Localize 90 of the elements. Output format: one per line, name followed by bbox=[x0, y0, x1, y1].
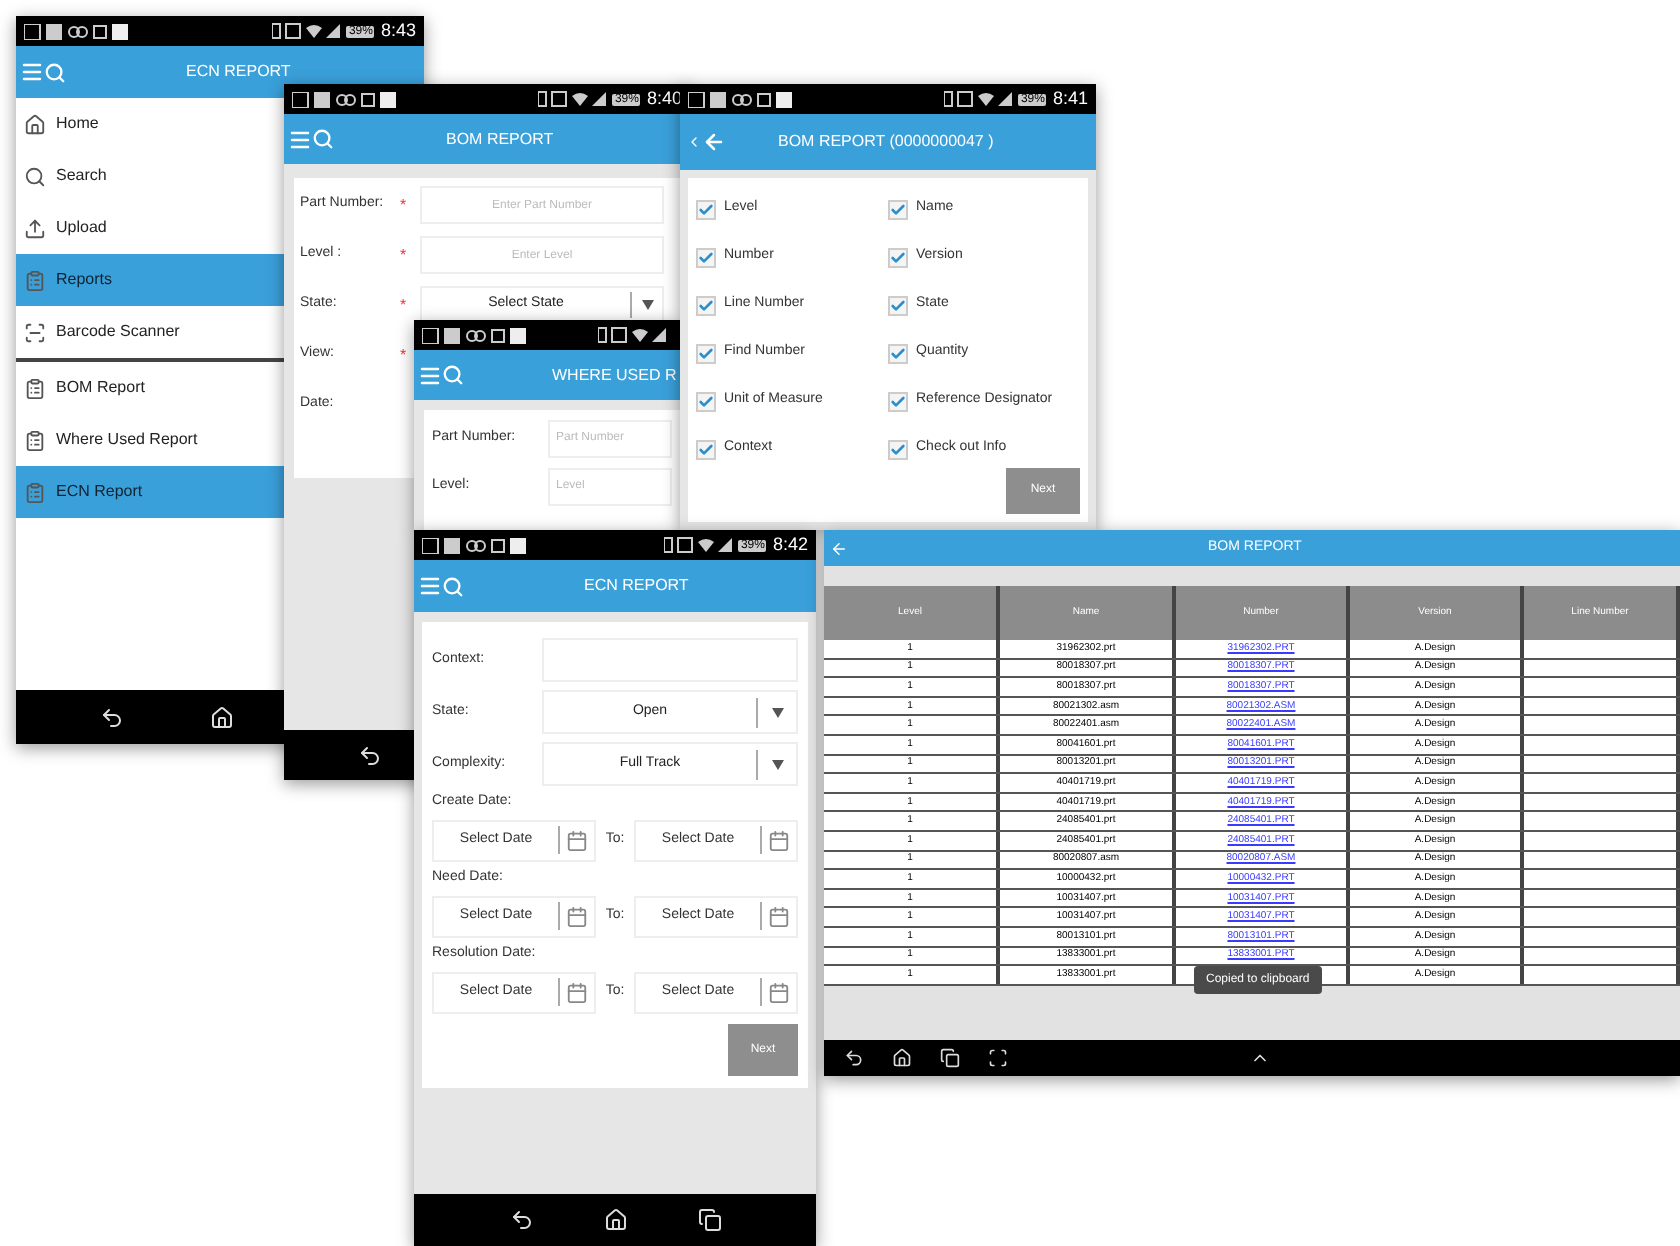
clipboard-icon bbox=[24, 269, 46, 291]
scanner-icon bbox=[24, 321, 46, 343]
clock: 8:41 bbox=[1052, 90, 1088, 108]
required-mark: * bbox=[400, 243, 409, 267]
checkbox[interactable] bbox=[696, 391, 716, 411]
back-icon[interactable] bbox=[358, 743, 382, 767]
required-mark: * bbox=[400, 193, 409, 217]
clock: 8:42 bbox=[772, 536, 808, 554]
check-icon bbox=[698, 343, 714, 363]
upload-icon bbox=[24, 217, 46, 239]
menu-icon[interactable] bbox=[288, 127, 312, 151]
notification-icons-drawing bbox=[24, 23, 128, 39]
check-icon bbox=[698, 199, 714, 219]
required-mark: * bbox=[400, 343, 409, 367]
caret-icon bbox=[641, 300, 653, 310]
header-title: BOM REPORT bbox=[446, 127, 554, 151]
checkbox[interactable] bbox=[696, 343, 716, 363]
checkbox[interactable] bbox=[888, 199, 908, 219]
menu-item[interactable]: Search bbox=[16, 150, 284, 202]
calendar-icon bbox=[566, 829, 588, 851]
check-icon bbox=[890, 295, 906, 315]
menu-icon[interactable] bbox=[418, 363, 442, 387]
clipboard-icon bbox=[24, 377, 46, 399]
required-mark: * bbox=[400, 293, 409, 317]
status-icons-drawing bbox=[272, 22, 341, 40]
calendar-icon bbox=[566, 981, 588, 1003]
clipboard-icon bbox=[24, 429, 46, 451]
check-icon bbox=[890, 199, 906, 219]
house-icon bbox=[24, 113, 46, 135]
checkbox[interactable] bbox=[888, 343, 908, 363]
menu-item[interactable]: Where Used Report bbox=[16, 414, 284, 466]
checkbox[interactable] bbox=[888, 247, 908, 267]
home-icon[interactable] bbox=[603, 1208, 627, 1232]
clock: 8:43 bbox=[380, 22, 416, 40]
checkbox[interactable] bbox=[888, 439, 908, 459]
screenshot-icon[interactable] bbox=[988, 1048, 1008, 1068]
menu-item[interactable]: Barcode Scanner bbox=[16, 306, 284, 358]
calendar-icon bbox=[768, 829, 790, 851]
chevron-icon[interactable] bbox=[686, 134, 702, 150]
search-icon bbox=[24, 165, 46, 187]
search-icon[interactable] bbox=[442, 364, 464, 386]
check-icon bbox=[698, 391, 714, 411]
header-title: ECN REPORT bbox=[584, 574, 689, 598]
menu-icon[interactable] bbox=[20, 60, 44, 84]
status-icons-drawing bbox=[538, 90, 607, 108]
checkbox[interactable] bbox=[696, 439, 716, 459]
calendar-icon bbox=[768, 981, 790, 1003]
calendar-icon bbox=[768, 905, 790, 927]
home-icon[interactable] bbox=[210, 705, 234, 729]
checkbox[interactable] bbox=[888, 391, 908, 411]
checkbox[interactable] bbox=[696, 295, 716, 315]
menu-item[interactable]: Home bbox=[16, 98, 284, 150]
back-icon[interactable] bbox=[844, 1048, 864, 1068]
notification-icons-drawing bbox=[292, 91, 396, 107]
home-icon[interactable] bbox=[892, 1048, 912, 1068]
header-title: WHERE USED R bbox=[552, 363, 677, 387]
header-title: ECN REPORT bbox=[186, 60, 291, 84]
search-icon[interactable] bbox=[44, 61, 66, 83]
status-icons-drawing bbox=[944, 90, 1013, 108]
caret-icon bbox=[771, 707, 783, 717]
checkbox[interactable] bbox=[696, 247, 716, 267]
check-icon bbox=[890, 343, 906, 363]
status-icons-drawing bbox=[598, 326, 666, 344]
calendar-icon bbox=[566, 905, 588, 927]
check-icon bbox=[890, 391, 906, 411]
clipboard-icon bbox=[24, 481, 46, 503]
check-icon bbox=[698, 439, 714, 459]
checkbox[interactable] bbox=[696, 199, 716, 219]
recent-apps-icon[interactable] bbox=[940, 1048, 960, 1068]
search-icon[interactable] bbox=[312, 128, 334, 150]
menu-item[interactable]: Upload bbox=[16, 202, 284, 254]
search-icon[interactable] bbox=[442, 575, 464, 597]
back-icon[interactable] bbox=[509, 1208, 533, 1232]
header-title: BOM REPORT (0000000047 ) bbox=[778, 130, 994, 154]
notification-icons-drawing bbox=[422, 327, 526, 343]
checkbox[interactable] bbox=[888, 295, 908, 315]
status-icons-drawing bbox=[664, 536, 733, 554]
notification-icons-drawing bbox=[688, 91, 792, 107]
menu-item[interactable]: BOM Report bbox=[16, 362, 284, 414]
caret-icon bbox=[771, 759, 783, 769]
check-icon bbox=[890, 439, 906, 459]
check-icon bbox=[698, 247, 714, 267]
menu-item[interactable]: ECN Report bbox=[16, 466, 284, 518]
check-icon bbox=[890, 247, 906, 267]
back-icon[interactable] bbox=[100, 705, 124, 729]
menu-item[interactable]: Reports bbox=[16, 254, 284, 306]
check-icon bbox=[698, 295, 714, 315]
recent-apps-icon[interactable] bbox=[697, 1208, 721, 1232]
menu-icon[interactable] bbox=[418, 574, 442, 598]
notification-icons-drawing bbox=[422, 537, 526, 553]
